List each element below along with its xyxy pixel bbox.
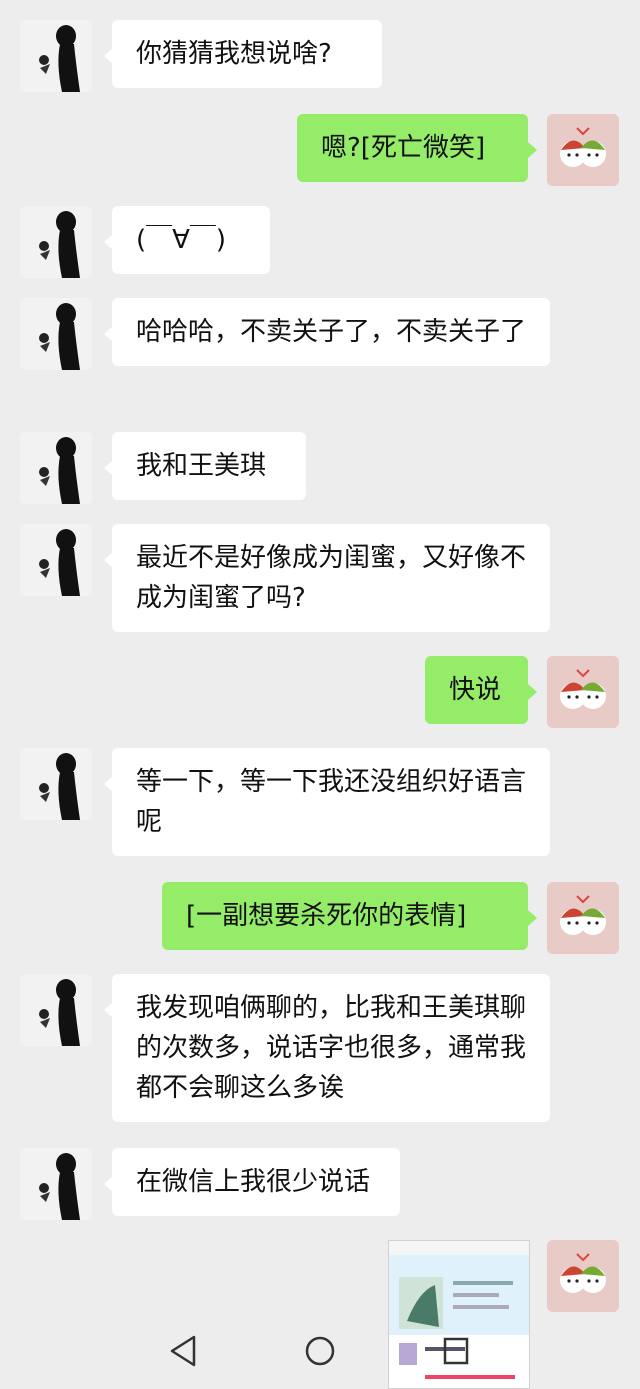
user-avatar[interactable] — [547, 1240, 619, 1312]
contact-avatar[interactable] — [20, 524, 92, 596]
message-bubble-incoming[interactable]: (￣∀￣) — [112, 206, 270, 274]
user-avatar[interactable] — [547, 114, 619, 186]
message-bubble-incoming[interactable]: 我和王美琪 — [112, 432, 306, 500]
back-icon[interactable] — [168, 1334, 198, 1372]
contact-avatar[interactable] — [20, 432, 92, 504]
message-bubble-outgoing[interactable]: 快说 — [425, 656, 528, 724]
message-bubble-incoming[interactable]: 等一下，等一下我还没组织好语言呢 — [112, 748, 550, 856]
user-avatar[interactable] — [547, 656, 619, 728]
message-bubble-incoming[interactable]: 哈哈哈，不卖关子了，不卖关子了 — [112, 298, 550, 366]
contact-avatar[interactable] — [20, 206, 92, 278]
message-bubble-incoming[interactable]: 最近不是好像成为闺蜜，又好像不成为闺蜜了吗? — [112, 524, 550, 632]
contact-avatar[interactable] — [20, 298, 92, 370]
message-bubble-outgoing[interactable]: [一副想要杀死你的表情] — [162, 882, 528, 950]
user-avatar[interactable] — [547, 882, 619, 954]
message-bubble-incoming[interactable]: 在微信上我很少说话 — [112, 1148, 400, 1216]
message-bubble-outgoing[interactable]: 嗯?[死亡微笑] — [297, 114, 528, 182]
contact-avatar[interactable] — [20, 974, 92, 1046]
home-icon[interactable] — [304, 1334, 336, 1372]
message-bubble-incoming[interactable]: 你猜猜我想说啥? — [112, 20, 382, 88]
contact-avatar[interactable] — [20, 748, 92, 820]
navigation-bar — [0, 1318, 640, 1387]
message-bubble-incoming[interactable]: 我发现咱俩聊的，比我和王美琪聊的次数多，说话字也很多，通常我都不会聊这么多诶 — [112, 974, 550, 1122]
contact-avatar[interactable] — [20, 1148, 92, 1220]
contact-avatar[interactable] — [20, 20, 92, 92]
recents-icon[interactable] — [442, 1334, 470, 1372]
